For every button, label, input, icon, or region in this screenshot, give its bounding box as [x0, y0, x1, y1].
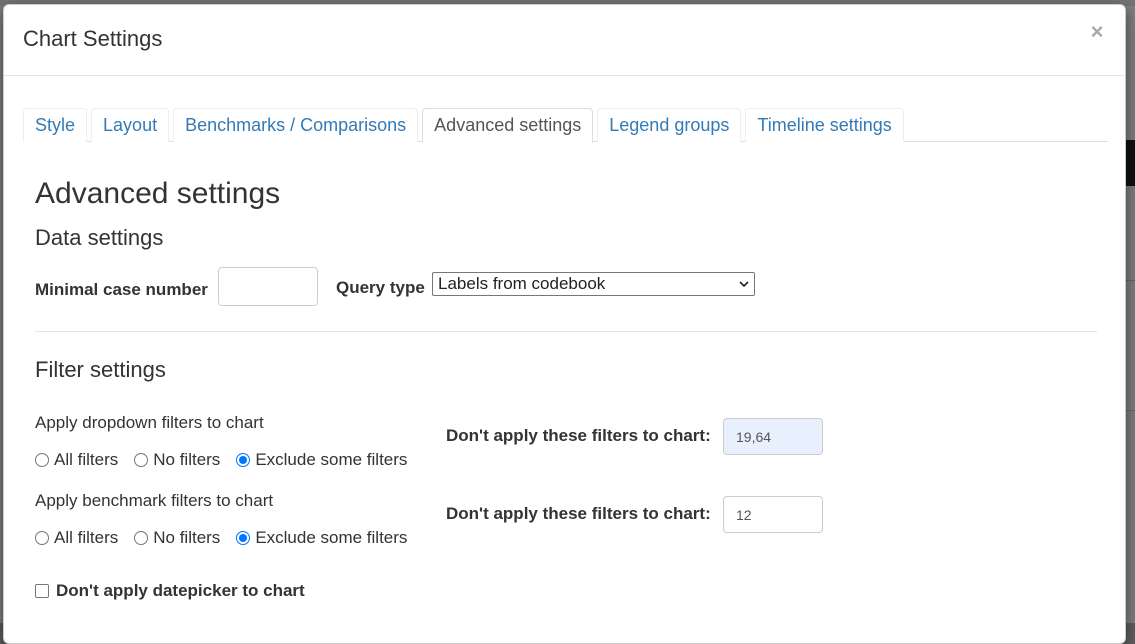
page-title: Advanced settings: [35, 177, 281, 210]
close-button[interactable]: ×: [1087, 21, 1107, 43]
filter-settings-heading: Filter settings: [35, 357, 166, 382]
tab-legend-groups[interactable]: Legend groups: [597, 108, 742, 142]
benchmark-radio-exclude-some[interactable]: Exclude some filters: [236, 528, 407, 548]
radio-label: No filters: [153, 528, 221, 547]
tab-timeline-settings[interactable]: Timeline settings: [745, 108, 904, 142]
settings-tabs: Style Layout Benchmarks / Comparisons Ad…: [23, 108, 1108, 143]
datepicker-checkbox-label: Don't apply datepicker to chart: [56, 581, 305, 600]
dropdown-radio-all-filters[interactable]: All filters: [35, 450, 118, 470]
benchmark-filters-label: Apply benchmark filters to chart: [35, 491, 274, 510]
dropdown-filters-radio-group: All filters No filters Exclude some filt…: [35, 450, 423, 470]
min-case-label: Minimal case number: [35, 280, 208, 299]
modal-header: Chart Settings ×: [4, 5, 1125, 76]
tab-benchmarks-comparisons[interactable]: Benchmarks / Comparisons: [173, 108, 419, 142]
tab-advanced-settings[interactable]: Advanced settings: [422, 108, 594, 143]
radio-button[interactable]: [35, 531, 49, 545]
data-settings-heading: Data settings: [35, 225, 164, 250]
radio-button[interactable]: [134, 453, 149, 467]
dropdown-exclude-label: Don't apply these filters to chart:: [446, 426, 711, 445]
query-type-label: Query type: [336, 278, 425, 297]
radio-label: All filters: [54, 450, 119, 469]
query-type-value: Labels from codebook: [438, 274, 606, 293]
radio-label: Exclude some filters: [255, 528, 408, 547]
tab-layout[interactable]: Layout: [91, 108, 170, 142]
min-case-input[interactable]: [218, 267, 318, 306]
benchmark-exclude-input[interactable]: 12: [723, 496, 823, 533]
query-type-select[interactable]: Labels from codebook: [432, 272, 755, 296]
chart-settings-modal: Chart Settings × Style Layout Benchmarks…: [3, 4, 1126, 644]
radio-label: No filters: [153, 450, 221, 469]
dropdown-filters-label: Apply dropdown filters to chart: [35, 413, 264, 432]
benchmark-radio-no-filters[interactable]: No filters: [134, 528, 220, 548]
datepicker-checkbox[interactable]: [35, 584, 49, 598]
chevron-down-icon: [739, 281, 749, 288]
modal-title: Chart Settings: [23, 26, 163, 51]
dropdown-radio-no-filters[interactable]: No filters: [134, 450, 220, 470]
benchmark-filters-radio-group: All filters No filters Exclude some filt…: [35, 528, 423, 548]
benchmark-radio-all-filters[interactable]: All filters: [35, 528, 118, 548]
dropdown-exclude-input[interactable]: 19,64: [723, 418, 823, 455]
datepicker-checkbox-row[interactable]: Don't apply datepicker to chart: [35, 581, 305, 601]
tab-style[interactable]: Style: [23, 108, 88, 142]
radio-button[interactable]: [134, 531, 149, 545]
radio-button[interactable]: [236, 531, 251, 545]
benchmark-exclude-label: Don't apply these filters to chart:: [446, 504, 711, 523]
radio-button[interactable]: [236, 453, 251, 467]
radio-button[interactable]: [35, 453, 49, 467]
radio-label: All filters: [54, 528, 119, 547]
close-icon: ×: [1090, 19, 1104, 44]
radio-label: Exclude some filters: [255, 450, 408, 469]
section-divider: [35, 331, 1097, 332]
dropdown-radio-exclude-some[interactable]: Exclude some filters: [236, 450, 407, 470]
